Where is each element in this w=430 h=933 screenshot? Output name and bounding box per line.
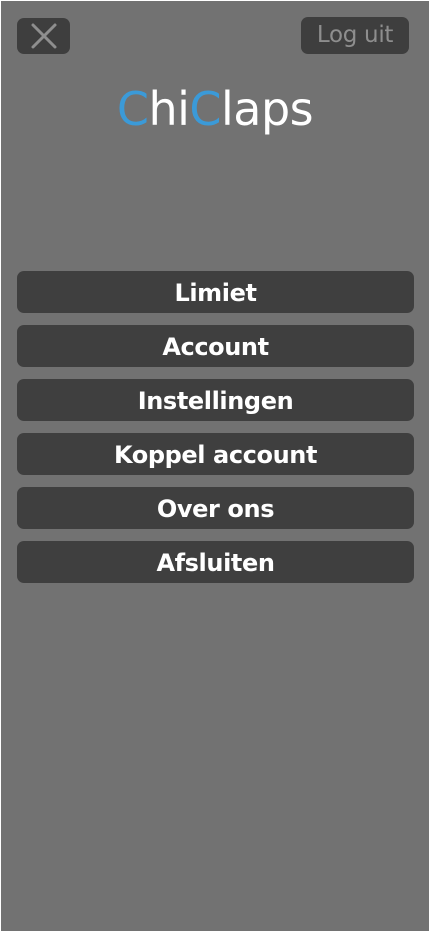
logout-button[interactable]: Log uit xyxy=(301,17,409,54)
menu-item-instellingen[interactable]: Instellingen xyxy=(17,379,414,421)
menu-item-koppel-account[interactable]: Koppel account xyxy=(17,433,414,475)
menu-item-account[interactable]: Account xyxy=(17,325,414,367)
menu-item-limiet[interactable]: Limiet xyxy=(17,271,414,313)
logo-text-laps: laps xyxy=(221,82,314,136)
menu-item-over-ons[interactable]: Over ons xyxy=(17,487,414,529)
close-icon xyxy=(30,22,58,50)
menu-screen: Log uit ChiClaps Limiet Account Instelli… xyxy=(1,1,429,931)
logo-letter-c2: C xyxy=(189,82,222,136)
logo-letter-c1: C xyxy=(116,82,149,136)
logo-text-hi: hi xyxy=(148,82,190,136)
main-menu: Limiet Account Instellingen Koppel accou… xyxy=(17,271,414,595)
app-logo: ChiClaps xyxy=(1,79,429,139)
close-button[interactable] xyxy=(17,18,70,54)
menu-item-afsluiten[interactable]: Afsluiten xyxy=(17,541,414,583)
